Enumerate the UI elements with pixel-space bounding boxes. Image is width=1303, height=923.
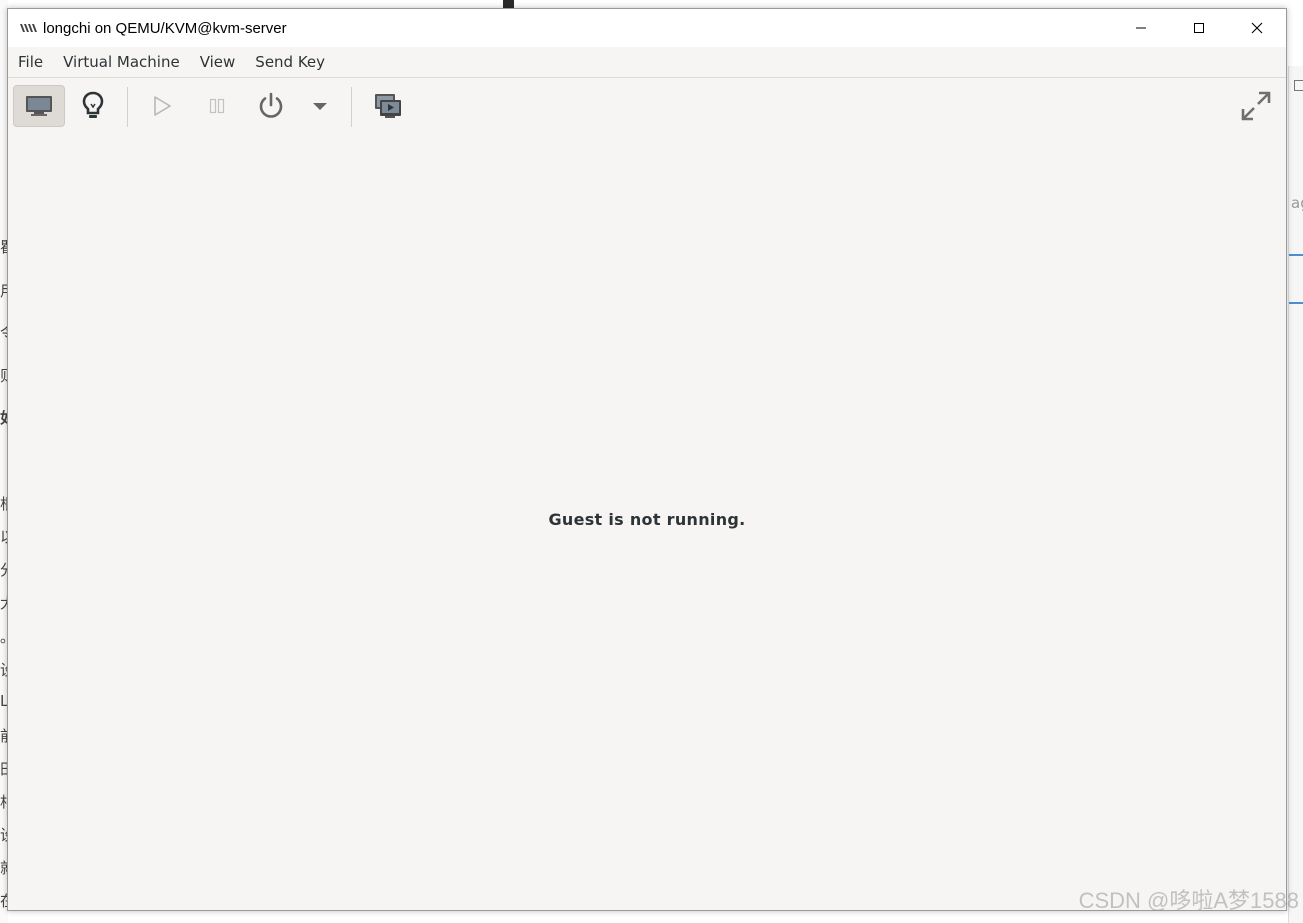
menu-view[interactable]: View: [190, 47, 246, 78]
console-view-button[interactable]: [13, 85, 65, 127]
lightbulb-icon: [82, 91, 104, 118]
pause-button[interactable]: [191, 85, 243, 127]
virt-manager-icon: [19, 21, 38, 35]
maximize-icon: [1194, 23, 1204, 33]
background-dark-fragment: [503, 0, 514, 8]
maximize-button[interactable]: [1170, 9, 1228, 47]
toolbar-separator: [351, 87, 352, 127]
menu-virtual-machine[interactable]: Virtual Machine: [53, 47, 190, 78]
minimize-icon: [1136, 27, 1146, 29]
vm-console-window: longchi on QEMU/KVM@kvm-server File Virt…: [7, 8, 1287, 911]
run-button[interactable]: [136, 85, 188, 127]
title-bar[interactable]: longchi on QEMU/KVM@kvm-server: [8, 9, 1286, 47]
background-page-right: ag: [1288, 66, 1303, 923]
window-title: longchi on QEMU/KVM@kvm-server: [43, 19, 287, 37]
background-checkbox: [1294, 80, 1303, 91]
console-area[interactable]: Guest is not running.: [8, 135, 1286, 910]
fullscreen-icon: [1241, 91, 1271, 121]
shutdown-button[interactable]: [245, 85, 297, 127]
toolbar: [8, 79, 1286, 135]
chevron-down-icon: [313, 103, 327, 110]
pause-icon: [209, 98, 225, 114]
window-controls: [1112, 9, 1286, 47]
minimize-button[interactable]: [1112, 9, 1170, 47]
snapshot-icon: [375, 94, 401, 118]
menu-bar: File Virtual Machine View Send Key: [8, 47, 1286, 78]
toolbar-separator: [127, 87, 128, 127]
play-icon: [154, 96, 171, 116]
fullscreen-button[interactable]: [1230, 85, 1282, 127]
background-accent-line: [1289, 302, 1303, 304]
guest-status-message: Guest is not running.: [548, 510, 746, 529]
monitor-icon: [26, 96, 52, 116]
details-view-button[interactable]: [67, 85, 119, 127]
menu-send-key[interactable]: Send Key: [245, 47, 335, 78]
background-accent-line: [1289, 254, 1303, 256]
power-icon: [259, 92, 283, 118]
background-text-fragment: ag: [1291, 194, 1303, 212]
close-button[interactable]: [1228, 9, 1286, 47]
watermark: CSDN @哆啦A梦1588: [1078, 888, 1299, 913]
snapshots-button[interactable]: [362, 85, 414, 127]
menu-file[interactable]: File: [8, 47, 53, 78]
shutdown-menu-button[interactable]: [298, 85, 342, 127]
close-icon: [1251, 22, 1263, 34]
